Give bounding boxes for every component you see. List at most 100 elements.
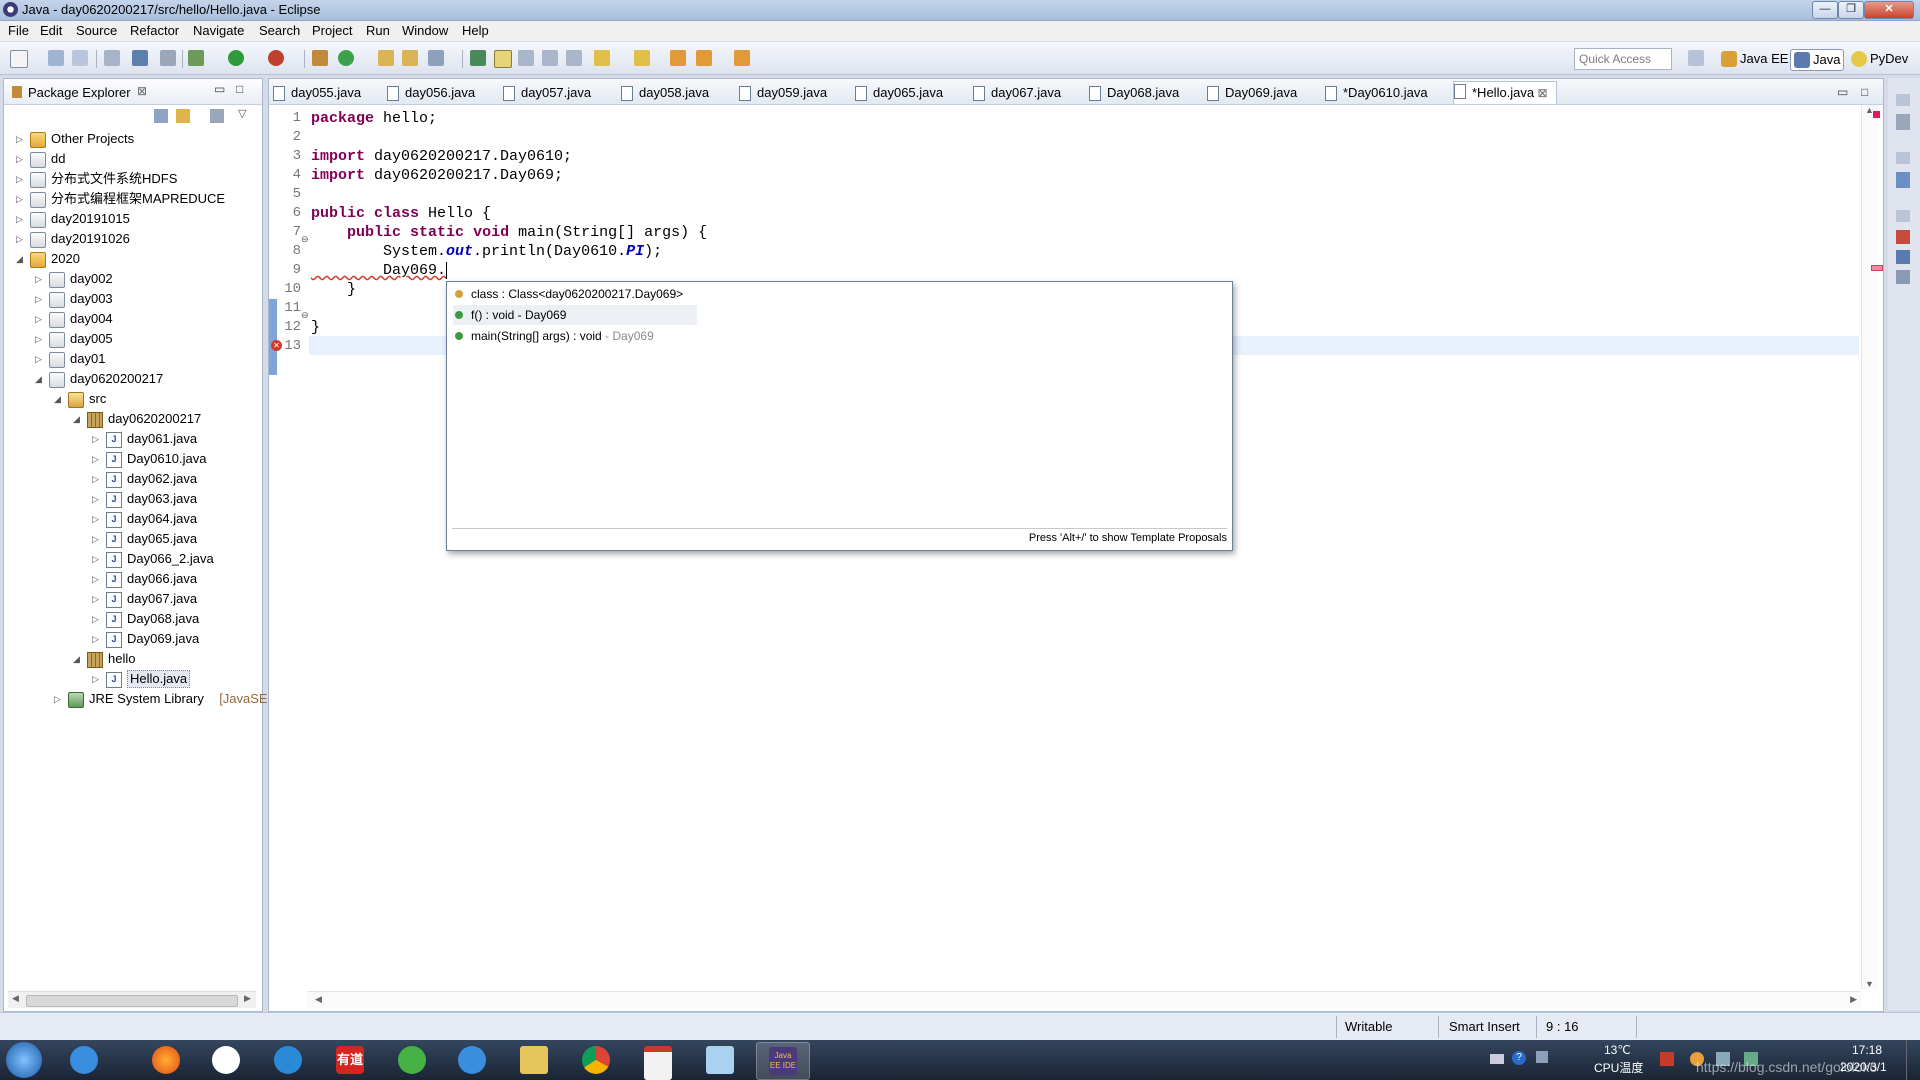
editor-tab[interactable]: day065.java	[855, 84, 943, 102]
tree-item[interactable]: ▷ Jday067.java	[4, 589, 262, 609]
proposal-class[interactable]: class : Class<day0620200217.Day069>	[453, 284, 683, 304]
taskbar-chrome[interactable]	[570, 1042, 622, 1078]
expand-arrow-icon[interactable]: ▷	[35, 349, 44, 369]
expand-arrow-icon[interactable]: ▷	[16, 229, 25, 249]
tree-item[interactable]: ▷ JRE System Library [JavaSE-1.	[4, 689, 283, 709]
menu-window[interactable]: Window	[402, 23, 448, 38]
tree-item[interactable]: ▷ Jday061.java	[4, 429, 262, 449]
expand-arrow-icon[interactable]: ▷	[92, 589, 101, 609]
taskbar-360[interactable]	[386, 1042, 438, 1078]
collapse-arrow-icon[interactable]: ◢	[73, 649, 82, 669]
filters-icon[interactable]	[210, 109, 224, 123]
taskbar-eclipse[interactable]: Java EE IDE	[756, 1042, 810, 1080]
back-arrow-icon[interactable]	[696, 50, 712, 66]
close-button[interactable]: ✕	[1864, 1, 1914, 19]
new-java-class-icon[interactable]	[338, 50, 354, 66]
expand-arrow-icon[interactable]: ▷	[35, 269, 44, 289]
taskbar-calendar[interactable]	[632, 1042, 684, 1080]
expand-arrow-icon[interactable]: ▷	[16, 149, 25, 169]
editor-tab[interactable]: *Hello.java ⊠	[1453, 81, 1557, 104]
scroll-right-icon[interactable]: ▶	[1850, 994, 1857, 1005]
taskbar-firefox[interactable]	[140, 1042, 192, 1078]
perspective-java-ee[interactable]: Java EE	[1718, 49, 1791, 69]
close-view-icon[interactable]: ⊠	[137, 84, 147, 98]
maximize-view-icon[interactable]: □	[236, 82, 243, 96]
problems-icon[interactable]	[1896, 230, 1910, 244]
expand-arrow-icon[interactable]: ▷	[92, 489, 101, 509]
tree-item[interactable]: ◢ day0620200217	[4, 409, 262, 429]
expand-arrow-icon[interactable]: ▷	[16, 209, 25, 229]
declaration-icon[interactable]	[1896, 270, 1910, 284]
tree-item[interactable]: ◢ hello	[4, 649, 262, 669]
editor-tab[interactable]: day067.java	[973, 84, 1061, 102]
menu-edit[interactable]: Edit	[40, 23, 62, 38]
collapse-arrow-icon[interactable]: ◢	[16, 249, 25, 269]
collapse-arrow-icon[interactable]: ◢	[35, 369, 44, 389]
scroll-left-icon[interactable]: ◀	[315, 994, 322, 1005]
tree-item[interactable]: ◢ src	[4, 389, 262, 409]
expand-arrow-icon[interactable]: ▷	[16, 129, 25, 149]
search-icon[interactable]	[428, 50, 444, 66]
editor-tab[interactable]: day059.java	[739, 84, 827, 102]
javadoc-icon[interactable]	[1896, 250, 1910, 264]
expand-arrow-icon[interactable]: ▷	[92, 529, 101, 549]
taskbar-baidu[interactable]	[200, 1042, 252, 1078]
tree-item[interactable]: ▷ Jday065.java	[4, 529, 262, 549]
tree-item[interactable]: ▷ Jday063.java	[4, 489, 262, 509]
menu-run[interactable]: Run	[366, 23, 390, 38]
show-whitespace-icon[interactable]	[566, 50, 582, 66]
console-icon[interactable]	[132, 50, 148, 66]
tree-item[interactable]: ▷ J Day0610.java	[4, 449, 262, 469]
start-button-icon[interactable]	[6, 1042, 42, 1078]
collapse-arrow-icon[interactable]: ◢	[73, 409, 82, 429]
tree-item[interactable]: ▷ dd	[4, 149, 262, 169]
calendar-tray-icon[interactable]	[1660, 1052, 1674, 1066]
toggle-highlight-icon[interactable]	[494, 50, 512, 68]
print-icon[interactable]	[104, 50, 120, 66]
tree-item[interactable]: ◢ 2020	[4, 249, 262, 269]
tree-item[interactable]: ▷ J Day069.java	[4, 629, 262, 649]
menu-file[interactable]: File	[8, 23, 29, 38]
skip-breakpoints-icon[interactable]	[160, 50, 176, 66]
expand-arrow-icon[interactable]: ▷	[16, 169, 25, 189]
task-list-icon[interactable]	[1896, 114, 1910, 130]
restore-problems-icon[interactable]	[1896, 210, 1910, 222]
expand-arrow-icon[interactable]: ▷	[92, 469, 101, 489]
open-task-icon[interactable]	[402, 50, 418, 66]
expand-arrow-icon[interactable]: ▷	[92, 669, 101, 689]
expand-arrow-icon[interactable]: ▷	[35, 329, 44, 349]
tree-item[interactable]: ◢ day0620200217	[4, 369, 262, 389]
tree-item[interactable]: ▷ day005	[4, 329, 262, 349]
show-desktop-button[interactable]	[1906, 1040, 1920, 1080]
editor-horizontal-scrollbar[interactable]: ◀ ▶	[307, 991, 1861, 1008]
expand-arrow-icon[interactable]: ▷	[92, 569, 101, 589]
taskbar-ie2[interactable]	[446, 1042, 498, 1078]
overview-error-marker[interactable]	[1871, 265, 1883, 271]
view-menu-chevron-icon[interactable]: ▽	[238, 107, 246, 120]
editor-vertical-scrollbar[interactable]: ▲ ▼	[1861, 105, 1878, 989]
collapse-arrow-icon[interactable]: ◢	[54, 389, 63, 409]
template-proposals-hint[interactable]: Press 'Alt+/' to show Template Proposals	[452, 528, 1227, 547]
restore-view-icon[interactable]	[1896, 94, 1910, 106]
close-tab-icon[interactable]: ⊠	[1534, 86, 1547, 100]
expand-arrow-icon[interactable]: ▷	[92, 429, 101, 449]
editor-tab[interactable]: day056.java	[387, 84, 475, 102]
tree-item[interactable]: ▷ day002	[4, 269, 262, 289]
open-type-icon[interactable]	[378, 50, 394, 66]
menu-source[interactable]: Source	[76, 23, 117, 38]
restore-outline-icon[interactable]	[1896, 152, 1910, 164]
tree-item[interactable]: ▷ Jday062.java	[4, 469, 262, 489]
taskbar-notepad[interactable]	[694, 1042, 746, 1078]
run-icon[interactable]	[228, 50, 244, 66]
expand-arrow-icon[interactable]: ▷	[92, 629, 101, 649]
tree-item[interactable]: ▷ 分布式编程框架MAPREDUCE	[4, 189, 262, 209]
help-icon[interactable]: ?	[1512, 1051, 1526, 1065]
tree-item[interactable]: ▷ day003	[4, 289, 262, 309]
editor-tab[interactable]: day058.java	[621, 84, 709, 102]
tree-item[interactable]: ▷ day20191026	[4, 229, 262, 249]
tree-item[interactable]: ▷ day01	[4, 349, 262, 369]
editor-tab[interactable]: day055.java	[273, 84, 361, 102]
scroll-down-icon[interactable]: ▼	[1865, 979, 1874, 989]
minimize-view-icon[interactable]: ▭	[214, 82, 225, 96]
scroll-thumb[interactable]	[26, 995, 238, 1007]
